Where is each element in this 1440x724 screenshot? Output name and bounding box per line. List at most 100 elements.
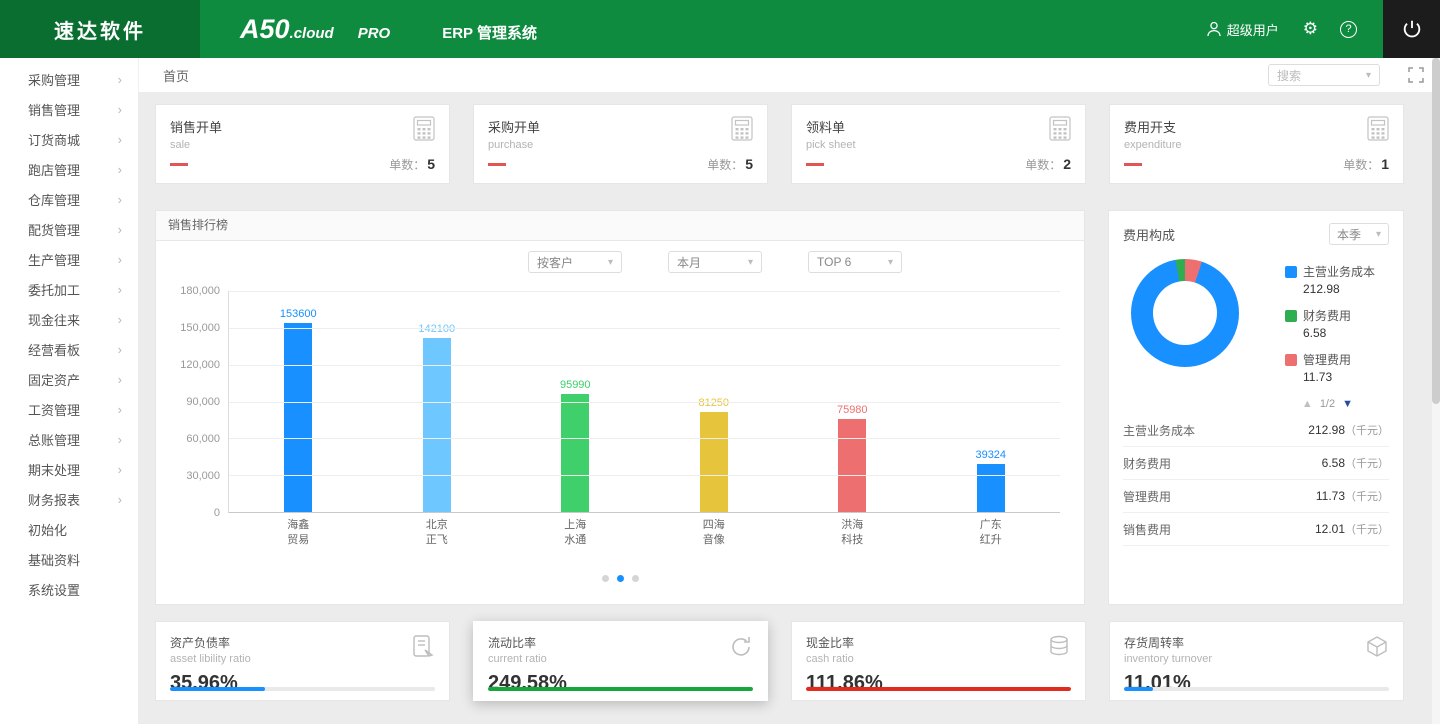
page-up-icon[interactable]: ▲ xyxy=(1302,398,1313,410)
stat-card[interactable]: 费用开支 expenditure 单数：1 xyxy=(1109,104,1404,184)
sidebar-item[interactable]: 现金往来 › xyxy=(0,304,138,334)
kpi-progress-track xyxy=(1124,687,1389,691)
carousel-dot[interactable] xyxy=(632,575,639,582)
chevron-right-icon: › xyxy=(118,462,122,477)
sidebar-item[interactable]: 期末处理 › xyxy=(0,454,138,484)
sidebar-item-label: 基础资料 xyxy=(28,550,80,569)
box-icon xyxy=(1365,634,1389,663)
bar[interactable] xyxy=(838,419,866,512)
y-axis-tick: 60,000 xyxy=(186,433,220,445)
chevron-right-icon: › xyxy=(118,192,122,207)
sidebar-item[interactable]: 销售管理 › xyxy=(0,94,138,124)
kpi-card[interactable]: 现金比率 cash ratio 111.86% xyxy=(791,621,1086,701)
sidebar-item[interactable]: 经营看板 › xyxy=(0,334,138,364)
sidebar-item[interactable]: 财务报表 › xyxy=(0,484,138,514)
product-suffix: .cloud xyxy=(290,25,334,42)
sidebar-item-label: 总账管理 xyxy=(28,430,80,449)
scrollbar-thumb[interactable] xyxy=(1432,58,1440,404)
period-value: 本季 xyxy=(1337,226,1361,243)
logout-power-button[interactable] xyxy=(1383,0,1440,58)
calculator-icon xyxy=(1367,116,1389,146)
bar[interactable] xyxy=(284,323,312,512)
kpi-title: 存货周转率 xyxy=(1124,634,1389,651)
sidebar-item[interactable]: 工资管理 › xyxy=(0,394,138,424)
sidebar-item[interactable]: 跑店管理 › xyxy=(0,154,138,184)
kpi-progress-track xyxy=(170,687,435,691)
kpi-card[interactable]: 流动比率 current ratio 249.58% xyxy=(473,621,768,701)
user-menu[interactable]: 超级用户 xyxy=(1207,20,1279,39)
sidebar-item[interactable]: 委托加工 › xyxy=(0,274,138,304)
stat-card-subtitle: pick sheet xyxy=(806,139,1071,151)
expense-row: 财务费用 6.58（千元） xyxy=(1123,447,1389,480)
help-icon[interactable]: ? xyxy=(1340,21,1357,38)
stat-card[interactable]: 采购开单 purchase 单数：5 xyxy=(473,104,768,184)
sidebar-item[interactable]: 仓库管理 › xyxy=(0,184,138,214)
chevron-right-icon: › xyxy=(118,342,122,357)
chart-filter-select[interactable]: 按客户 ▾ xyxy=(528,251,622,273)
chart-filter-select[interactable]: 本月 ▾ xyxy=(668,251,762,273)
sidebar-item[interactable]: 总账管理 › xyxy=(0,424,138,454)
gridline xyxy=(229,365,1060,366)
sidebar-item[interactable]: 基础资料 › xyxy=(0,544,138,574)
page-down-icon[interactable]: ▼ xyxy=(1342,398,1353,410)
kpi-subtitle: asset libility ratio xyxy=(170,653,435,665)
legend-item: 管理费用 11.73 xyxy=(1285,351,1375,384)
bar[interactable] xyxy=(700,412,728,512)
search-select[interactable]: 搜索 ▾ xyxy=(1268,64,1380,86)
x-axis-label: 洪海科技 xyxy=(839,518,865,548)
legend-swatch xyxy=(1285,354,1297,366)
kpi-card[interactable]: 资产负债率 asset libility ratio 35.96% xyxy=(155,621,450,701)
fullscreen-icon[interactable] xyxy=(1408,67,1424,83)
red-dash xyxy=(806,163,824,166)
sidebar-item[interactable]: 订货商城 › xyxy=(0,124,138,154)
expense-row-label: 管理费用 xyxy=(1123,488,1171,505)
stat-card[interactable]: 领料单 pick sheet 单数：2 xyxy=(791,104,1086,184)
bar-value-label: 75980 xyxy=(837,404,868,416)
sidebar-item[interactable]: 配货管理 › xyxy=(0,214,138,244)
legend-label: 主营业务成本 xyxy=(1303,263,1375,280)
kpi-progress-fill xyxy=(488,687,753,691)
sidebar-item[interactable]: 采购管理 › xyxy=(0,64,138,94)
app-logo[interactable]: 速达软件 xyxy=(0,0,200,58)
sidebar-item[interactable]: 系统设置 › xyxy=(0,574,138,604)
sidebar-item[interactable]: 固定资产 › xyxy=(0,364,138,394)
kpi-value: 249.58% xyxy=(488,672,753,695)
kpi-card[interactable]: 存货周转率 inventory turnover 11.01% xyxy=(1109,621,1404,701)
search-placeholder: 搜索 xyxy=(1277,67,1301,84)
stat-card-count: 单数：5 xyxy=(389,156,435,173)
period-select[interactable]: 本季 ▾ xyxy=(1329,223,1389,245)
bar[interactable] xyxy=(977,464,1005,512)
legend-label: 财务费用 xyxy=(1303,307,1351,324)
carousel-dot[interactable] xyxy=(602,575,609,582)
y-axis-tick: 120,000 xyxy=(180,359,220,371)
legend-value: 212.98 xyxy=(1303,282,1375,296)
sidebar-item[interactable]: 生产管理 › xyxy=(0,244,138,274)
sidebar-item-label: 订货商城 xyxy=(28,130,80,149)
carousel-dot[interactable] xyxy=(617,575,624,582)
product-name: A50 xyxy=(240,14,290,45)
gridline xyxy=(229,475,1060,476)
stat-card[interactable]: 销售开单 sale 单数：5 xyxy=(155,104,450,184)
sidebar-item-label: 仓库管理 xyxy=(28,190,80,209)
sidebar-item-label: 期末处理 xyxy=(28,460,80,479)
expense-row-label: 财务费用 xyxy=(1123,455,1171,472)
chevron-right-icon: › xyxy=(118,492,122,507)
y-axis-tick: 180,000 xyxy=(180,285,220,297)
stat-card-count: 单数：2 xyxy=(1025,156,1071,173)
sidebar-item[interactable]: 初始化 › xyxy=(0,514,138,544)
chart-filter-select[interactable]: TOP 6 ▾ xyxy=(808,251,902,273)
user-icon xyxy=(1207,21,1221,37)
main-area: 首页 搜索 ▾ 销售开单 sale 单数：5 采购开单 purchase 单数：… xyxy=(138,58,1440,724)
breadcrumb[interactable]: 首页 xyxy=(163,66,189,85)
x-axis-label: 海鑫贸易 xyxy=(285,518,311,548)
page-scrollbar[interactable] xyxy=(1432,58,1440,724)
bar[interactable] xyxy=(561,394,589,512)
y-axis-tick: 90,000 xyxy=(186,396,220,408)
red-dash xyxy=(170,163,188,166)
stat-card-title: 领料单 xyxy=(806,117,1071,136)
kpi-progress-fill xyxy=(170,687,265,691)
settings-gear-icon[interactable]: ⚙ xyxy=(1303,19,1318,39)
expense-row-value: 11.73 xyxy=(1316,489,1345,503)
expense-row-unit: （千元） xyxy=(1345,425,1389,437)
filter-value: TOP 6 xyxy=(817,255,851,269)
